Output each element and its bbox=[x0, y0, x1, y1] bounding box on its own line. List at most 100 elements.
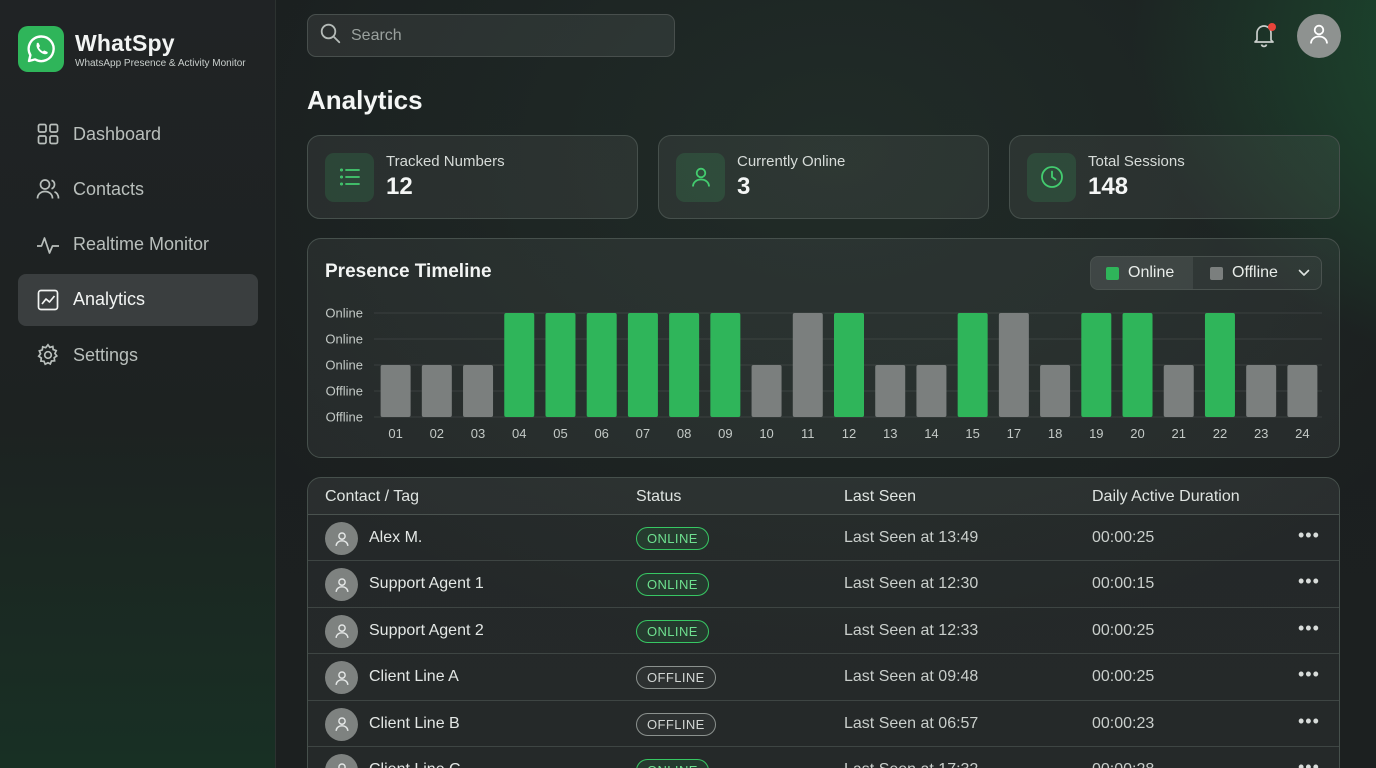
page-title: Analytics bbox=[307, 85, 423, 115]
column-header-status[interactable]: Status bbox=[636, 488, 681, 506]
table-row[interactable]: Support Agent 1 ONLINE Last Seen at 12:30 0… bbox=[308, 561, 1339, 608]
table-row[interactable]: Client Line A OFFLINE Last Seen at 09:48 00… bbox=[308, 654, 1339, 701]
sidebar-item-realtime-monitor[interactable]: Realtime Monitor bbox=[18, 219, 258, 271]
gear-icon bbox=[36, 343, 60, 367]
sidebar-item-label: Settings bbox=[73, 344, 139, 365]
x-tick-label: 17 bbox=[1007, 426, 1021, 441]
legend-swatch-online bbox=[1106, 266, 1119, 280]
chart-bar-18 bbox=[1040, 365, 1071, 417]
stat-value: 3 bbox=[737, 173, 751, 200]
more-options-icon[interactable]: ••• bbox=[1298, 571, 1320, 592]
brand-name: WhatSpy bbox=[75, 29, 175, 56]
avatar bbox=[325, 614, 358, 648]
contact-name: Support Agent 2 bbox=[369, 621, 484, 639]
sidebar-nav: Dashboard Contacts Realtime Monitor Anal… bbox=[18, 108, 258, 384]
chart-bar-07 bbox=[627, 313, 658, 417]
x-tick-label: 20 bbox=[1130, 426, 1144, 441]
x-tick-label: 22 bbox=[1213, 426, 1227, 441]
whatsapp-logo-icon bbox=[18, 26, 64, 72]
app-window: WhatSpy WhatsApp Presence & Activity Mon… bbox=[0, 0, 1376, 768]
daily-active-duration: 00:00:23 bbox=[1092, 714, 1155, 732]
stat-card-tracked-numbers: Tracked Numbers 12 bbox=[307, 135, 638, 219]
search-input[interactable] bbox=[351, 26, 651, 45]
x-tick-label: 05 bbox=[553, 426, 567, 441]
user-avatar-button[interactable] bbox=[1297, 14, 1341, 58]
y-tick-label: Offline bbox=[326, 410, 363, 425]
sidebar-item-analytics[interactable]: Analytics bbox=[18, 273, 258, 326]
search-icon bbox=[320, 23, 341, 49]
daily-active-duration: 00:00:25 bbox=[1092, 621, 1155, 639]
more-options-icon[interactable]: ••• bbox=[1298, 618, 1320, 639]
user-icon bbox=[1308, 23, 1330, 50]
legend-online-toggle[interactable]: Online bbox=[1091, 257, 1193, 289]
table-row[interactable]: Client Line B OFFLINE Last Seen at 06:57 00… bbox=[308, 701, 1339, 747]
x-tick-label: 06 bbox=[594, 426, 608, 441]
grid-icon bbox=[36, 122, 60, 146]
sidebar-item-dashboard[interactable]: Dashboard bbox=[18, 108, 258, 160]
stat-value: 12 bbox=[386, 173, 413, 200]
chart-bar-11 bbox=[792, 313, 823, 417]
clock-icon bbox=[1027, 152, 1076, 202]
stat-label: Currently Online bbox=[737, 153, 846, 170]
chart-title: Presence Timeline bbox=[325, 261, 492, 282]
x-tick-label: 19 bbox=[1089, 426, 1103, 441]
avatar bbox=[325, 661, 358, 695]
sidebar-item-settings[interactable]: Settings bbox=[18, 329, 258, 381]
more-options-icon[interactable]: ••• bbox=[1298, 664, 1320, 685]
x-tick-label: 10 bbox=[759, 426, 773, 441]
more-options-icon[interactable]: ••• bbox=[1298, 711, 1320, 732]
chart-bar-15 bbox=[957, 313, 988, 417]
contact-name: Client Line A bbox=[369, 668, 459, 686]
chart-bar-10 bbox=[751, 365, 782, 417]
y-tick-label: Online bbox=[325, 332, 363, 347]
users-icon bbox=[36, 177, 60, 201]
stat-label: Tracked Numbers bbox=[386, 153, 505, 170]
more-options-icon[interactable]: ••• bbox=[1298, 757, 1320, 768]
chart-bar-05 bbox=[545, 313, 576, 417]
table-row[interactable]: Support Agent 2 ONLINE Last Seen at 12:33 0… bbox=[308, 608, 1339, 655]
chart-bar-24 bbox=[1287, 365, 1318, 417]
table-row[interactable]: Alex M. ONLINE Last Seen at 13:49 00:00:25 •… bbox=[308, 515, 1339, 562]
sidebar: WhatSpy WhatsApp Presence & Activity Mon… bbox=[0, 0, 276, 768]
legend-offline-dropdown[interactable]: Offline bbox=[1193, 257, 1321, 289]
user-icon bbox=[334, 578, 349, 592]
legend-label: Online bbox=[1128, 264, 1175, 281]
last-seen: Last Seen at 12:33 bbox=[844, 621, 979, 639]
chart-icon bbox=[36, 288, 60, 312]
chart-bar-06 bbox=[586, 313, 617, 417]
avatar bbox=[325, 753, 358, 768]
chart-bar-20 bbox=[1122, 313, 1153, 417]
brand-subtitle: WhatsApp Presence & Activity Monitor bbox=[75, 57, 246, 69]
chart-bar-08 bbox=[669, 313, 700, 417]
sidebar-item-contacts[interactable]: Contacts bbox=[18, 163, 258, 215]
chart-legend: Online Offline bbox=[1090, 256, 1322, 290]
user-icon bbox=[334, 717, 349, 732]
more-options-icon[interactable]: ••• bbox=[1298, 525, 1320, 546]
sidebar-item-label: Realtime Monitor bbox=[73, 234, 210, 255]
x-tick-label: 01 bbox=[388, 426, 402, 441]
column-header-contact[interactable]: Contact / Tag bbox=[325, 488, 419, 506]
contact-name: Client Line C bbox=[369, 761, 461, 768]
stat-label: Total Sessions bbox=[1088, 153, 1185, 170]
x-tick-label: 07 bbox=[636, 426, 650, 441]
x-tick-label: 11 bbox=[801, 426, 815, 441]
x-tick-label: 14 bbox=[924, 426, 938, 441]
search-bar[interactable] bbox=[307, 14, 675, 57]
notification-button[interactable] bbox=[1252, 22, 1278, 48]
status-badge: OFFLINE bbox=[636, 712, 716, 736]
table-header: Contact / Tag Status Last Seen Daily Act… bbox=[308, 478, 1339, 515]
user-icon bbox=[334, 670, 349, 685]
x-tick-label: 02 bbox=[430, 426, 444, 441]
status-badge: ONLINE bbox=[636, 619, 709, 643]
column-header-last-seen[interactable]: Last Seen bbox=[844, 488, 916, 506]
user-icon bbox=[676, 152, 725, 202]
daily-active-duration: 00:00:28 bbox=[1092, 761, 1154, 768]
column-header-duration[interactable]: Daily Active Duration bbox=[1092, 488, 1240, 506]
table-row[interactable]: Client Line C ONLINE Last Seen at 17:32 00:… bbox=[308, 747, 1339, 768]
contact-name: Client Line B bbox=[369, 714, 460, 732]
chart-bar-04 bbox=[504, 313, 535, 417]
contacts-table: Contact / Tag Status Last Seen Daily Act… bbox=[307, 477, 1340, 768]
last-seen: Last Seen at 09:48 bbox=[844, 668, 979, 686]
chart-bar-13 bbox=[875, 365, 906, 417]
list-icon bbox=[325, 152, 374, 202]
